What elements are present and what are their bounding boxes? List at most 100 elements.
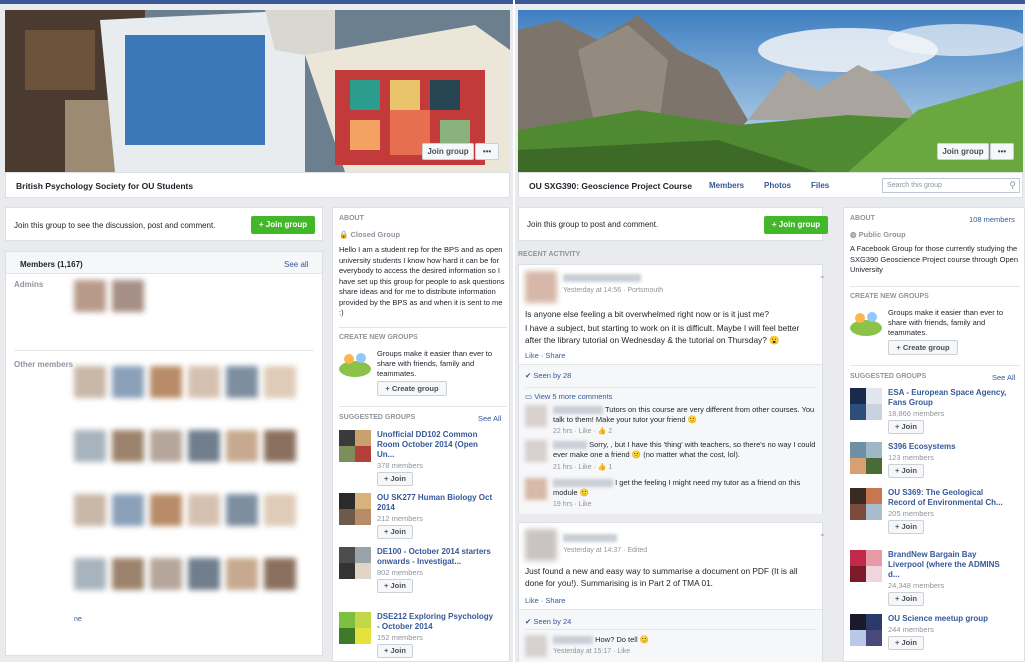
comment-meta[interactable]: 19 hrs · Like xyxy=(553,501,592,508)
suggested-join-button[interactable]: + Join xyxy=(377,472,413,486)
suggested-group-thumbnail[interactable] xyxy=(850,550,882,582)
suggested-group-thumbnail[interactable] xyxy=(339,430,371,462)
suggested-join-button[interactable]: + Join xyxy=(888,592,924,606)
member-avatar[interactable] xyxy=(188,366,220,398)
admin-avatar[interactable] xyxy=(112,280,144,312)
post-actions[interactable]: Like · Share xyxy=(525,351,565,360)
suggested-see-all-link[interactable]: See All xyxy=(478,414,501,423)
join-group-button[interactable]: + Join group xyxy=(764,216,828,234)
commenter-avatar[interactable] xyxy=(525,405,547,427)
group-name[interactable]: OU SXG390: Geoscience Project Course xyxy=(529,181,692,191)
create-group-button[interactable]: + Create group xyxy=(377,381,447,396)
member-avatar[interactable] xyxy=(188,558,220,590)
commenter-avatar[interactable] xyxy=(525,478,547,500)
join-group-cover-button[interactable]: Join group xyxy=(937,143,989,160)
member-avatar[interactable] xyxy=(264,494,296,526)
create-group-illustration-icon xyxy=(850,308,882,336)
commenter-avatar[interactable] xyxy=(525,440,547,462)
suggested-group-thumbnail[interactable] xyxy=(339,547,371,579)
post-author-name[interactable] xyxy=(563,274,641,282)
suggested-join-button[interactable]: + Join xyxy=(888,464,924,478)
post-author-avatar[interactable] xyxy=(525,529,557,561)
member-avatar[interactable] xyxy=(112,494,144,526)
member-avatar[interactable] xyxy=(226,558,258,590)
suggested-group-thumbnail[interactable] xyxy=(850,388,882,420)
suggested-group-name[interactable]: ESA - European Space Agency, Fans Group xyxy=(888,388,1008,408)
members-see-all-link[interactable]: See all xyxy=(284,260,308,269)
tab-files[interactable]: Files xyxy=(811,181,829,190)
commenter-name[interactable] xyxy=(553,479,613,488)
suggested-group-thumbnail[interactable] xyxy=(850,442,882,474)
commenter-name[interactable] xyxy=(553,636,593,645)
suggested-join-button[interactable]: + Join xyxy=(377,644,413,658)
suggested-join-button[interactable]: + Join xyxy=(377,525,413,539)
suggested-group-name[interactable]: OU Science meetup group xyxy=(888,614,1008,624)
commenter-name[interactable] xyxy=(553,406,603,415)
suggested-group-thumbnail[interactable] xyxy=(339,612,371,644)
member-avatar[interactable] xyxy=(188,494,220,526)
member-avatar[interactable] xyxy=(226,430,258,462)
member-avatar[interactable] xyxy=(74,366,106,398)
divider xyxy=(525,629,816,630)
join-group-cover-button[interactable]: Join group xyxy=(422,143,474,160)
suggested-group-thumbnail[interactable] xyxy=(850,488,882,520)
comment-meta[interactable]: 22 hrs · Like · 👍 2 xyxy=(553,427,612,435)
member-avatar[interactable] xyxy=(264,366,296,398)
tab-members[interactable]: Members xyxy=(709,181,744,190)
more-options-button[interactable]: ••• xyxy=(990,143,1014,160)
more-options-button[interactable]: ••• xyxy=(475,143,499,160)
suggested-group-name[interactable]: DSE212 Exploring Psychology - October 20… xyxy=(377,612,497,632)
suggested-see-all-link[interactable]: See All xyxy=(992,373,1015,382)
suggested-group-name[interactable]: S396 Ecosystems xyxy=(888,442,1008,452)
create-group-illustration-icon xyxy=(339,349,371,377)
comment-2: Sorry, , but I have this 'thing' with te… xyxy=(525,440,820,471)
about-members-link[interactable]: 108 members xyxy=(969,215,1015,224)
member-avatar[interactable] xyxy=(226,494,258,526)
suggested-join-button[interactable]: + Join xyxy=(888,636,924,650)
member-avatar[interactable] xyxy=(150,430,182,462)
member-avatar[interactable] xyxy=(150,494,182,526)
member-avatar[interactable] xyxy=(112,366,144,398)
member-avatar[interactable] xyxy=(226,366,258,398)
search-input[interactable]: Search this group xyxy=(887,182,942,189)
comment-meta[interactable]: Yesterday at 15:17 · Like xyxy=(553,648,630,655)
post-author-avatar[interactable] xyxy=(525,271,557,303)
suggested-join-button[interactable]: + Join xyxy=(377,579,413,593)
commenter-avatar[interactable] xyxy=(525,635,547,657)
member-avatar[interactable] xyxy=(188,430,220,462)
member-avatar[interactable] xyxy=(74,494,106,526)
suggested-join-button[interactable]: + Join xyxy=(888,420,924,434)
search-icon[interactable]: ⚲ xyxy=(1009,180,1016,191)
view-more-comments-link[interactable]: ▭ View 5 more comments xyxy=(525,392,612,401)
suggested-group-thumbnail[interactable] xyxy=(850,614,882,646)
admin-avatar[interactable] xyxy=(74,280,106,312)
tab-photos[interactable]: Photos xyxy=(764,181,791,190)
suggested-group-name[interactable]: BrandNew Bargain Bay Liverpool (where th… xyxy=(888,550,1008,580)
member-avatar[interactable] xyxy=(150,558,182,590)
member-avatar[interactable] xyxy=(264,558,296,590)
view-more-comments-label: View 5 more comments xyxy=(534,392,613,401)
member-avatar[interactable] xyxy=(74,430,106,462)
member-avatar[interactable] xyxy=(150,366,182,398)
commenter-name[interactable] xyxy=(553,441,587,450)
member-avatar[interactable] xyxy=(112,430,144,462)
suggested-group-item: ESA - European Space Agency, Fans Group 1… xyxy=(850,388,1020,448)
create-group-button[interactable]: + Create group xyxy=(888,340,958,355)
post-author-name[interactable] xyxy=(563,534,617,542)
member-avatar[interactable] xyxy=(74,558,106,590)
suggested-group-name[interactable]: Unofficial DD102 Common Room October 201… xyxy=(377,430,497,460)
post-chevron-down-icon[interactable]: ⌄ xyxy=(819,529,826,538)
suggested-group-name[interactable]: OU SK277 Human Biology Oct 2014 xyxy=(377,493,497,513)
search-input-box[interactable]: Search this group ⚲ xyxy=(882,178,1020,193)
suggested-group-name[interactable]: DE100 - October 2014 starters onwards - … xyxy=(377,547,497,567)
suggested-join-button[interactable]: + Join xyxy=(888,520,924,534)
member-avatar[interactable] xyxy=(264,430,296,462)
suggested-group-thumbnail[interactable] xyxy=(339,493,371,525)
post-actions[interactable]: Like · Share xyxy=(525,596,565,605)
group-name[interactable]: British Psychology Society for OU Studen… xyxy=(16,181,193,191)
join-group-button[interactable]: + Join group xyxy=(251,216,315,234)
suggested-group-name[interactable]: OU S369: The Geological Record of Enviro… xyxy=(888,488,1008,508)
comment-meta[interactable]: 21 hrs · Like · 👍 1 xyxy=(553,463,612,471)
member-avatar[interactable] xyxy=(112,558,144,590)
post-chevron-down-icon[interactable]: ⌄ xyxy=(819,271,826,280)
